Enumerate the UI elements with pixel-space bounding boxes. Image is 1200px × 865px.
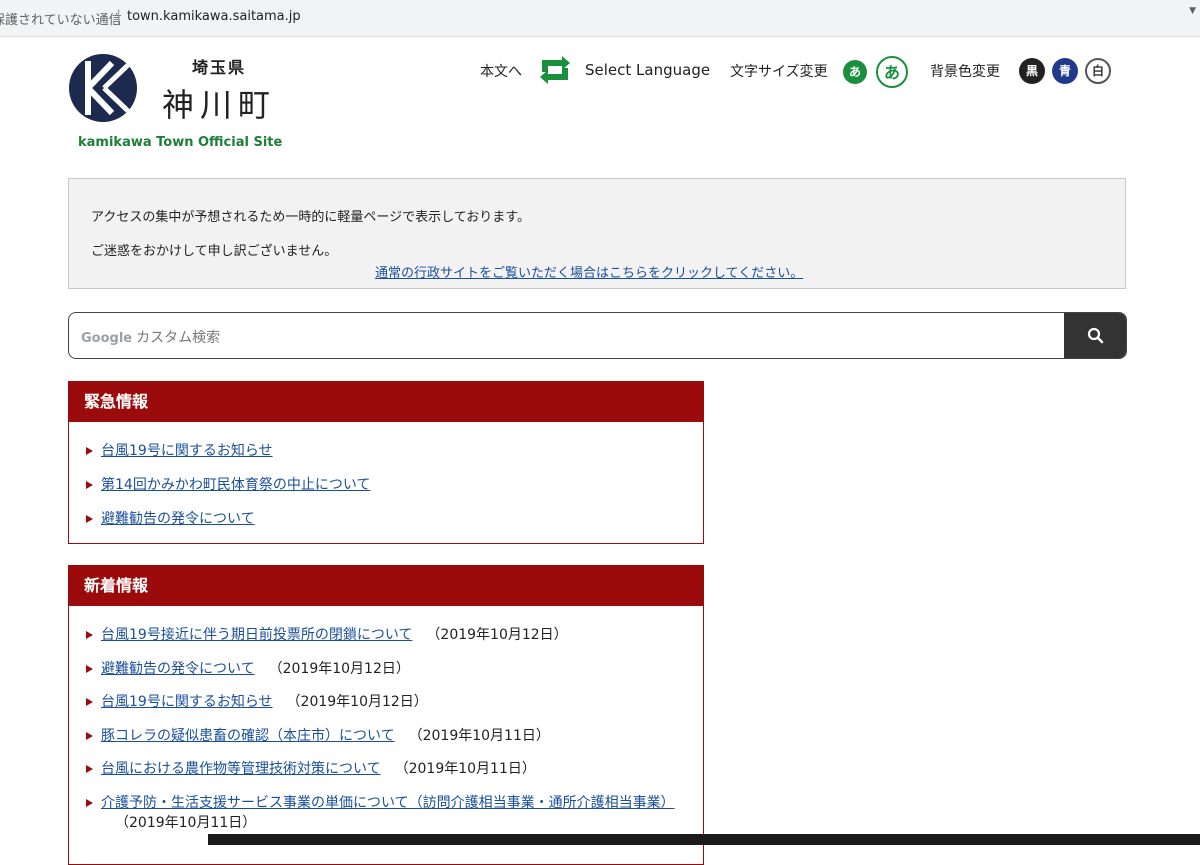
lightweight-notice: アクセスの集中が予想されるため一時的に軽量ページで表示しております。 ご迷惑をお… <box>68 178 1126 289</box>
news-info-title: 新着情報 <box>69 566 703 606</box>
list-item: 避難勧告の発令について <box>69 509 703 543</box>
security-warning[interactable]: 保護されていない通信 <box>0 9 122 28</box>
news-link[interactable]: 台風における農作物等管理技術対策について <box>101 761 381 777</box>
news-date: （2019年10月12日） <box>286 694 428 711</box>
news-link[interactable]: 避難勧告の発令について <box>101 661 255 677</box>
full-site-link[interactable]: 通常の行政サイトをご覧いただく場合はこちらをクリックしてください。 <box>375 262 803 281</box>
font-size-label: 文字サイズ変更 <box>730 64 828 80</box>
news-date: （2019年10月12日） <box>426 627 568 643</box>
list-item: 豚コレラの疑似患畜の確認（本庄市）について （2019年10月11日） <box>69 726 703 760</box>
emergency-link[interactable]: 第14回かみかわ町民体育祭の中止について <box>101 477 370 493</box>
emergency-list: 台風19号に関するお知らせ 第14回かみかわ町民体育祭の中止について 避難勧告の… <box>69 422 703 543</box>
search-icon <box>1087 327 1104 344</box>
custom-search: Google カスタム検索 <box>68 312 1127 359</box>
news-date: （2019年10月11日） <box>394 761 536 778</box>
chevron-down-icon[interactable]: ▼ <box>1189 6 1196 16</box>
news-date: （2019年10月11日） <box>408 727 550 744</box>
address-separator: | <box>116 7 122 25</box>
news-link[interactable]: 台風19号接近に伴う期日前投票所の閉鎖について <box>101 627 412 643</box>
list-item: 台風19号に関するお知らせ <box>69 441 703 475</box>
notice-line-2: ご迷惑をおかけして申し訳ございません。 <box>91 244 338 259</box>
list-item: 避難勧告の発令について （2019年10月12日） <box>69 659 703 693</box>
emergency-link[interactable]: 台風19号に関するお知らせ <box>101 443 273 459</box>
news-link[interactable]: 介護予防・生活支援サービス事業の単価について（訪問介護相当事業・通所介護相当事業… <box>101 795 675 811</box>
list-item: 台風19号に関するお知らせ （2019年10月12日） <box>69 692 703 726</box>
news-date: （2019年10月12日） <box>268 660 410 677</box>
news-link[interactable]: 豚コレラの疑似患畜の確認（本庄市）について <box>101 728 395 744</box>
font-size-large-button[interactable]: あ <box>876 56 908 88</box>
browser-address-bar[interactable]: 保護されていない通信 | town.kamikawa.saitama.jp ▼ <box>0 0 1200 37</box>
list-item: 介護予防・生活支援サービス事業の単価について（訪問介護相当事業・通所介護相当事業… <box>69 793 691 833</box>
town-name[interactable]: 神川町 <box>162 80 276 126</box>
bg-black-button[interactable]: 黒 <box>1019 58 1045 84</box>
background-color-label: 背景色変更 <box>930 64 1000 80</box>
prefecture-name: 埼玉県 <box>192 58 247 77</box>
bg-white-button[interactable]: 白 <box>1085 58 1111 84</box>
news-info-panel: 新着情報 台風19号接近に伴う期日前投票所の閉鎖について （2019年10月12日… <box>68 565 704 865</box>
town-logo-icon[interactable] <box>68 53 138 123</box>
list-item: 台風における農作物等管理技術対策について （2019年10月11日） <box>69 759 703 793</box>
font-size-small-button[interactable]: あ <box>843 60 867 84</box>
news-link[interactable]: 台風19号に関するお知らせ <box>101 694 273 710</box>
site-subtitle: kamikawa Town Official Site <box>78 135 283 150</box>
os-taskbar <box>208 834 1200 845</box>
search-input[interactable] <box>69 313 1065 358</box>
search-button[interactable] <box>1064 313 1126 358</box>
list-item: 第14回かみかわ町民体育祭の中止について <box>69 475 703 509</box>
emergency-info-title: 緊急情報 <box>69 382 703 422</box>
news-list: 台風19号接近に伴う期日前投票所の閉鎖について （2019年10月12日） 避難勧… <box>69 566 703 833</box>
url-text[interactable]: town.kamikawa.saitama.jp <box>127 9 301 24</box>
skip-to-main-link[interactable]: 本文へ <box>480 61 522 81</box>
list-item: 台風19号接近に伴う期日前投票所の閉鎖について （2019年10月12日） <box>69 625 703 659</box>
news-date: （2019年10月11日） <box>115 814 257 831</box>
emergency-link[interactable]: 避難勧告の発令について <box>101 511 255 527</box>
emergency-info-panel: 緊急情報 台風19号に関するお知らせ 第14回かみかわ町民体育祭の中止について … <box>68 381 704 544</box>
bg-blue-button[interactable]: 青 <box>1052 58 1078 84</box>
language-refresh-icon[interactable] <box>536 56 574 84</box>
notice-line-1: アクセスの集中が予想されるため一時的に軽量ページで表示しております。 <box>91 210 531 225</box>
select-language-link[interactable]: Select Language <box>585 61 710 79</box>
